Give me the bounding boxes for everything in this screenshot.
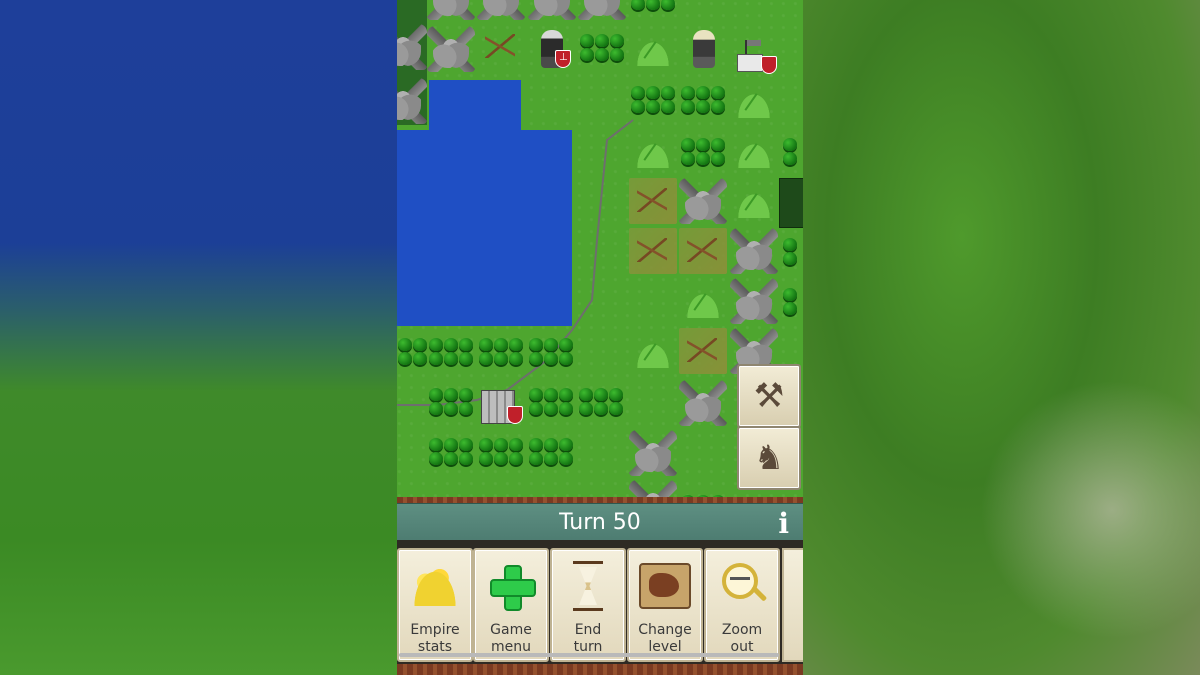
game-menu-button[interactable]: Game menu — [473, 548, 549, 662]
button-label: Empire stats — [410, 622, 460, 655]
forest-tile[interactable] — [679, 128, 727, 174]
forest-tile[interactable] — [629, 76, 677, 122]
mountain-tile[interactable] — [730, 228, 778, 274]
forest-tile[interactable] — [427, 378, 475, 424]
hill-tile[interactable] — [629, 26, 677, 72]
hill-tile[interactable] — [679, 278, 727, 324]
button-label: Game menu — [490, 622, 532, 655]
forest-tile[interactable] — [397, 328, 429, 374]
swamp-tile[interactable] — [629, 228, 677, 274]
blurred-background-right — [803, 0, 1200, 675]
end-turn-button[interactable]: End turn — [550, 548, 626, 662]
toolbar-scrollbar[interactable] — [399, 653, 779, 657]
change-level-button[interactable]: Change level — [627, 548, 703, 662]
forest-tile[interactable] — [527, 378, 575, 424]
faction-shield-icon — [761, 56, 777, 74]
forest-tile[interactable] — [527, 428, 575, 474]
info-button[interactable]: i — [778, 507, 789, 540]
turn-bar: Turn 50 i — [397, 503, 803, 542]
tools-icon: ⚒ — [753, 376, 785, 416]
build-tools-button[interactable]: ⚒ — [737, 364, 801, 428]
more-tools-button[interactable] — [782, 548, 803, 662]
forest-tile[interactable] — [578, 24, 626, 70]
hill-tile[interactable] — [730, 128, 778, 174]
mountain-tile[interactable] — [397, 24, 427, 70]
map-icon — [639, 558, 691, 614]
forest-tile[interactable] — [527, 328, 575, 374]
forest-tile[interactable] — [427, 428, 475, 474]
magnifier-minus-icon — [716, 558, 768, 614]
dark-forest-tile[interactable] — [779, 178, 803, 228]
mountain-tile[interactable] — [679, 380, 727, 426]
mountain-tile[interactable] — [477, 0, 525, 20]
mountain-tile[interactable] — [528, 0, 576, 20]
mountain-tile[interactable] — [578, 0, 626, 20]
swamp-tile[interactable] — [629, 178, 677, 224]
army-icon: ♞ — [753, 438, 785, 478]
forest-tile[interactable] — [427, 328, 475, 374]
button-label: End turn — [573, 622, 603, 655]
hill-tile[interactable] — [629, 328, 677, 374]
swamp-tile[interactable] — [477, 24, 525, 70]
forest-tile[interactable] — [777, 228, 803, 274]
hill-tile[interactable] — [730, 78, 778, 124]
swamp-tile[interactable] — [679, 328, 727, 374]
mountain-tile[interactable] — [679, 178, 727, 224]
swamp-tile[interactable] — [679, 228, 727, 274]
button-label: Change level — [638, 622, 692, 655]
forest-tile[interactable] — [679, 478, 727, 497]
mountain-tile[interactable] — [427, 0, 475, 20]
village-tile[interactable] — [733, 36, 781, 82]
forest-tile[interactable] — [777, 128, 803, 174]
game-screen: ⚒ ♞ Turn 50 i Empirestats Gamemenu Endtu… — [397, 0, 803, 675]
dark-knight-unit[interactable] — [529, 24, 577, 74]
gold-pile-icon — [409, 558, 461, 614]
forest-tile[interactable] — [577, 378, 625, 424]
button-label: Zoom out — [721, 622, 763, 655]
forest-tile[interactable] — [629, 0, 677, 26]
village-flag-icon — [745, 40, 761, 54]
hourglass-icon — [562, 558, 614, 614]
army-button[interactable]: ♞ — [737, 426, 801, 490]
faction-shield-icon — [555, 50, 571, 68]
elf-hero-unit[interactable] — [681, 24, 729, 74]
zoom-out-button[interactable]: Zoom out — [704, 548, 780, 662]
mountain-tile[interactable] — [427, 26, 475, 72]
village-house — [737, 54, 763, 72]
hill-tile[interactable] — [629, 128, 677, 174]
world-map[interactable]: ⚒ ♞ — [397, 0, 803, 497]
hill-tile[interactable] — [730, 178, 778, 224]
faction-shield-icon — [507, 406, 523, 424]
blurred-background-left — [0, 0, 397, 675]
castle-city[interactable] — [477, 378, 529, 428]
hero-figure — [693, 30, 715, 68]
forest-tile[interactable] — [777, 278, 803, 324]
forest-tile[interactable] — [477, 328, 525, 374]
empire-stats-button[interactable]: Empire stats — [397, 548, 473, 662]
forest-tile[interactable] — [477, 428, 525, 474]
green-cross-icon — [485, 558, 537, 614]
mountain-tile[interactable] — [629, 480, 677, 497]
turn-counter: Turn 50 — [559, 510, 641, 535]
forest-tile[interactable] — [679, 76, 727, 122]
mountain-tile[interactable] — [629, 430, 677, 476]
divider-soil-bottom — [397, 664, 803, 675]
mountain-tile[interactable] — [730, 278, 778, 324]
mountain-tile[interactable] — [397, 78, 427, 124]
